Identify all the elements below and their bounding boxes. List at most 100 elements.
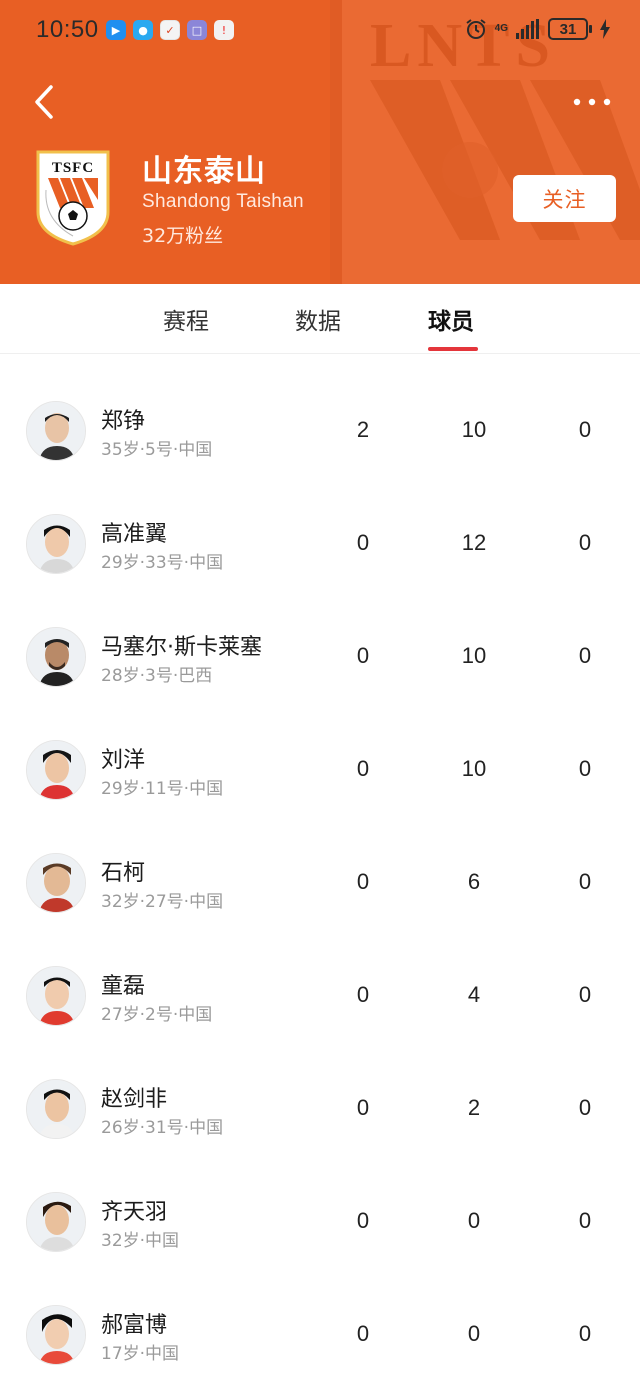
player-row[interactable]: 郑铮 35岁·5号·中国 2 10 0	[0, 374, 640, 487]
tab-bar: 赛程 数据 球员	[0, 284, 640, 354]
player-stat-1: 0	[356, 982, 370, 1007]
status-bar: 10:50 ▶ ● ✓ □ ! 4G 31	[0, 0, 640, 64]
player-stat-1: 0	[356, 1321, 370, 1346]
player-avatar	[26, 1305, 86, 1365]
player-stat-3: 0	[578, 756, 592, 781]
charging-icon	[600, 19, 610, 39]
player-avatar	[26, 401, 86, 461]
player-info: 29岁·33号·中国	[101, 553, 224, 573]
player-info: 32岁·27号·中国	[101, 892, 224, 912]
player-stat-1: 0	[356, 756, 370, 781]
player-photo-icon	[27, 402, 85, 460]
player-info: 28岁·3号·巴西	[101, 666, 213, 686]
tab-players[interactable]: 球员	[428, 302, 474, 336]
fan-count: 32万粉丝	[142, 225, 224, 247]
player-name: 石柯	[101, 861, 146, 886]
player-avatar	[26, 627, 86, 687]
player-row[interactable]: 马塞尔·斯卡莱塞 28岁·3号·巴西 0 10 0	[0, 600, 640, 713]
player-name: 刘洋	[101, 748, 146, 773]
bluetooth-app-icon: ▶	[106, 20, 126, 40]
player-info: 35岁·5号·中国	[101, 440, 213, 460]
security-app-icon: ✓	[160, 20, 180, 40]
player-list: 郑铮 35岁·5号·中国 2 10 0 高准翼 29岁·33号·中国 0 12 …	[0, 374, 640, 1387]
chevron-left-icon	[35, 85, 53, 119]
player-row[interactable]: 郝富博 17岁·中国 0 0 0	[0, 1278, 640, 1387]
team-name-english: Shandong Taishan	[142, 191, 304, 212]
alarm-icon	[466, 19, 486, 39]
alert-app-icon: !	[214, 20, 234, 40]
shop-app-icon: □	[187, 20, 207, 40]
svg-text:TSFC: TSFC	[52, 160, 94, 176]
player-stat-1: 0	[356, 869, 370, 894]
tab-schedule[interactable]: 赛程	[163, 302, 209, 336]
player-stat-2: 0	[467, 1321, 481, 1346]
player-photo-icon	[27, 1306, 85, 1364]
player-photo-icon	[27, 1193, 85, 1251]
player-info: 27岁·2号·中国	[101, 1005, 213, 1025]
player-stat-3: 0	[578, 982, 592, 1007]
player-name: 马塞尔·斯卡莱塞	[101, 635, 262, 660]
player-name: 郑铮	[101, 409, 146, 434]
player-stat-2: 2	[467, 1095, 481, 1120]
player-stat-3: 0	[578, 530, 592, 555]
player-stat-1: 0	[356, 530, 370, 555]
player-photo-icon	[27, 628, 85, 686]
player-avatar	[26, 1079, 86, 1139]
player-stat-3: 0	[578, 643, 592, 668]
team-header: LNTS 10:50 ▶ ● ✓ □ ! 4G 31 TSFC 山东泰山 Sha…	[0, 0, 640, 284]
player-name: 赵剑非	[101, 1087, 168, 1112]
player-row[interactable]: 齐天羽 32岁·中国 0 0 0	[0, 1165, 640, 1278]
notification-icons: ▶ ● ✓ □ !	[106, 20, 234, 40]
player-stat-2: 10	[461, 643, 487, 668]
more-dots-icon	[573, 98, 611, 106]
player-stat-2: 10	[461, 756, 487, 781]
player-row[interactable]: 童磊 27岁·2号·中国 0 4 0	[0, 939, 640, 1052]
player-stat-2: 12	[461, 530, 487, 555]
system-icons: 4G 31	[465, 18, 610, 40]
battery-indicator: 31	[548, 18, 592, 40]
message-app-icon: ●	[133, 20, 153, 40]
tab-data[interactable]: 数据	[295, 302, 341, 336]
player-row[interactable]: 刘洋 29岁·11号·中国 0 10 0	[0, 713, 640, 826]
clock: 10:50	[36, 16, 99, 43]
player-stat-3: 0	[578, 1208, 592, 1233]
player-row[interactable]: 高准翼 29岁·33号·中国 0 12 0	[0, 487, 640, 600]
player-stat-3: 0	[578, 869, 592, 894]
player-stat-1: 0	[356, 1095, 370, 1120]
more-options-button[interactable]	[570, 88, 614, 116]
follow-button[interactable]: 关注	[513, 175, 616, 222]
player-stat-3: 0	[578, 417, 592, 442]
player-info: 32岁·中国	[101, 1231, 180, 1251]
team-logo: TSFC	[36, 150, 110, 246]
player-stat-1: 2	[356, 417, 370, 442]
player-info: 26岁·31号·中国	[101, 1118, 224, 1138]
player-stat-3: 0	[578, 1095, 592, 1120]
player-stat-3: 0	[578, 1321, 592, 1346]
player-avatar	[26, 966, 86, 1026]
player-stat-2: 6	[467, 869, 481, 894]
player-avatar	[26, 740, 86, 800]
player-stat-2: 10	[461, 417, 487, 442]
player-name: 高准翼	[101, 522, 168, 547]
player-stat-2: 4	[467, 982, 481, 1007]
player-photo-icon	[27, 741, 85, 799]
player-stat-1: 0	[356, 1208, 370, 1233]
player-photo-icon	[27, 515, 85, 573]
player-stat-1: 0	[356, 643, 370, 668]
player-info: 17岁·中国	[101, 1344, 180, 1364]
player-photo-icon	[27, 1080, 85, 1138]
active-tab-indicator	[428, 347, 478, 351]
back-button[interactable]	[26, 80, 62, 124]
player-photo-icon	[27, 967, 85, 1025]
team-name: 山东泰山	[142, 154, 266, 189]
player-avatar	[26, 853, 86, 913]
signal-icon	[516, 19, 539, 39]
player-avatar	[26, 1192, 86, 1252]
network-type-label: 4G	[494, 23, 508, 34]
player-row[interactable]: 石柯 32岁·27号·中国 0 6 0	[0, 826, 640, 939]
player-photo-icon	[27, 854, 85, 912]
player-row[interactable]: 赵剑非 26岁·31号·中国 0 2 0	[0, 1052, 640, 1165]
player-avatar	[26, 514, 86, 574]
battery-level: 31	[548, 18, 588, 40]
player-name: 郝富博	[101, 1313, 168, 1338]
